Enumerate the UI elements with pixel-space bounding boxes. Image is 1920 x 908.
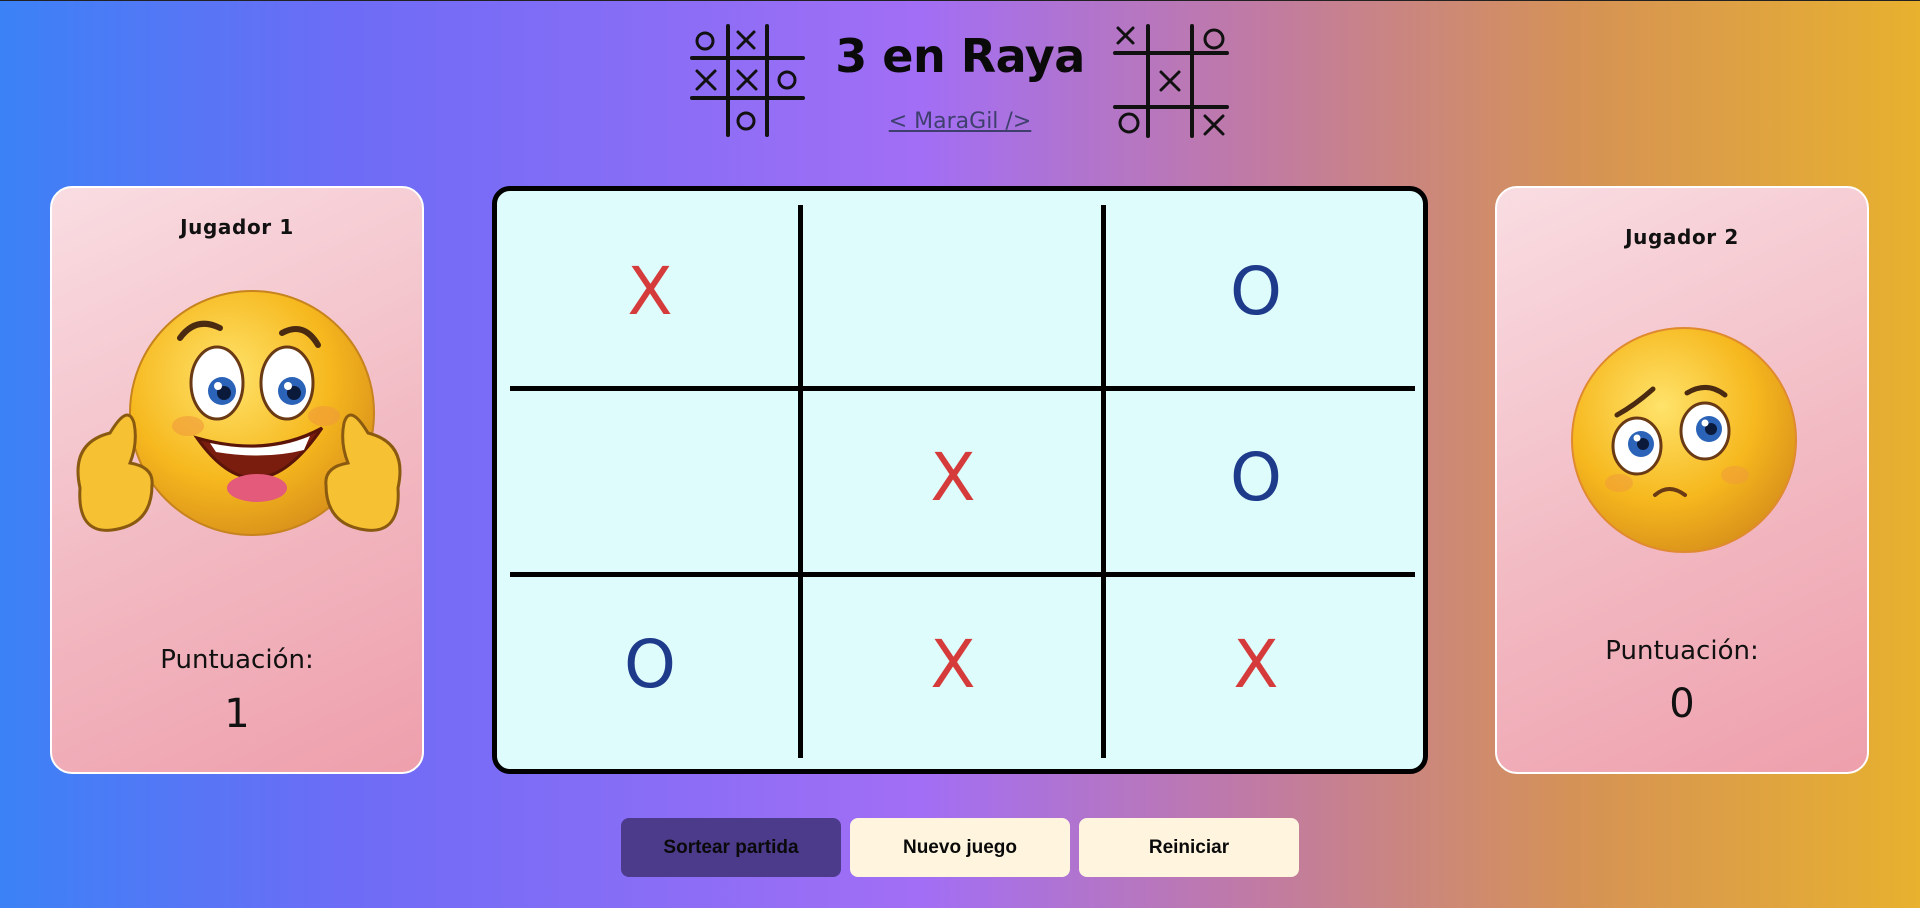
- happy-thumbs-up-emoji-icon: [76, 290, 402, 536]
- board-cell-4[interactable]: [502, 387, 798, 567]
- player-1-name: Jugador 1: [180, 215, 294, 239]
- board-grid-line: [798, 205, 803, 758]
- header: 3 en Raya < MaraGil />: [0, 1, 1920, 151]
- player-2-score: 0: [1669, 681, 1695, 727]
- player-2-name: Jugador 2: [1625, 225, 1739, 249]
- new-game-button[interactable]: Nuevo juego: [850, 818, 1070, 877]
- draw-match-button[interactable]: Sortear partida: [621, 818, 841, 877]
- player-2-score-label: Puntuación:: [1605, 636, 1759, 666]
- board-cell-7[interactable]: O: [502, 574, 798, 754]
- board-grid-line: [1101, 205, 1106, 758]
- board-cell-8[interactable]: X: [805, 574, 1101, 754]
- author-link[interactable]: < MaraGil />: [0, 109, 1920, 134]
- board-cell-9[interactable]: X: [1108, 574, 1404, 754]
- board-cell-3[interactable]: O: [1108, 201, 1404, 381]
- board-cell-2[interactable]: [805, 201, 1101, 381]
- reset-button[interactable]: Reiniciar: [1079, 818, 1299, 877]
- player-1-score: 1: [224, 691, 250, 737]
- page-title: 3 en Raya: [835, 29, 1085, 83]
- board-cell-1[interactable]: X: [502, 201, 798, 381]
- game-board: X O X O O X X: [492, 186, 1428, 774]
- board-cell-5[interactable]: X: [805, 387, 1101, 567]
- player-1-card: Jugador 1 Puntuación: 1: [50, 186, 424, 774]
- board-cell-6[interactable]: O: [1108, 387, 1404, 567]
- player-2-card: Jugador 2 Puntuación: 0: [1495, 186, 1869, 774]
- tic-tac-toe-decoration-icon: [1113, 24, 1229, 138]
- player-1-score-label: Puntuación:: [160, 645, 314, 675]
- worried-emoji-icon: [1571, 327, 1797, 553]
